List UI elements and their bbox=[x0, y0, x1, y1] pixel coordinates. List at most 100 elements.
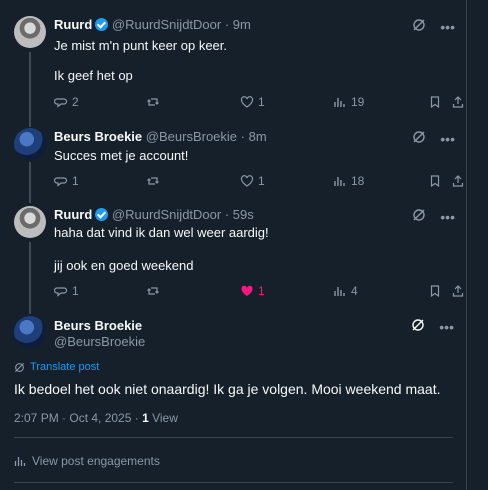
reply-icon bbox=[54, 98, 68, 108]
view-label: View bbox=[148, 411, 178, 425]
repost-button[interactable] bbox=[146, 94, 160, 110]
author-name[interactable]: Beurs Broekie bbox=[54, 318, 142, 333]
reply-count: 1 bbox=[72, 284, 79, 298]
like-button[interactable]: 1 bbox=[240, 283, 265, 299]
repost-button[interactable] bbox=[146, 283, 160, 299]
like-count: 1 bbox=[258, 95, 265, 109]
divider bbox=[14, 482, 453, 483]
bookmark-icon bbox=[430, 285, 440, 298]
avatar[interactable] bbox=[14, 16, 46, 48]
grok-icon[interactable] bbox=[412, 18, 426, 35]
bookmark-icon bbox=[430, 175, 440, 188]
view-count: 1 bbox=[142, 411, 149, 425]
bookmark-button[interactable] bbox=[428, 94, 442, 110]
reply-tweet[interactable]: Ruurd @RuurdSnijdtDoor · 59s ••• haha da… bbox=[0, 202, 467, 302]
translate-post-link[interactable]: Translate post bbox=[14, 361, 99, 373]
avatar[interactable] bbox=[14, 206, 46, 238]
repost-icon bbox=[147, 287, 159, 295]
tweet-time[interactable]: · 8m bbox=[241, 129, 267, 144]
reply-count: 1 bbox=[72, 174, 79, 188]
divider bbox=[14, 437, 453, 438]
grok-icon[interactable] bbox=[411, 318, 425, 335]
author-handle[interactable]: @BeursBroekie bbox=[146, 129, 237, 144]
tweet-actions: 1 1 18 bbox=[54, 173, 467, 189]
bookmark-button[interactable] bbox=[428, 283, 442, 299]
author-name[interactable]: Beurs Broekie bbox=[54, 129, 142, 144]
views-button[interactable]: 4 bbox=[333, 283, 358, 299]
repost-icon bbox=[147, 177, 159, 185]
analytics-icon bbox=[14, 457, 26, 466]
grok-icon[interactable] bbox=[412, 130, 426, 147]
repost-icon bbox=[147, 98, 159, 106]
heart-icon bbox=[240, 96, 254, 108]
tweet-datetime[interactable]: 2:07 PM · Oct 4, 2025 · bbox=[14, 411, 142, 425]
like-count: 1 bbox=[258, 284, 265, 298]
translate-label: Translate post bbox=[30, 361, 100, 373]
tweet-text-line: jij ook en goed weekend bbox=[54, 258, 194, 273]
share-button[interactable] bbox=[451, 173, 465, 189]
share-icon bbox=[452, 285, 464, 297]
reply-button[interactable]: 1 bbox=[54, 283, 79, 299]
like-button[interactable]: 1 bbox=[240, 173, 265, 189]
views-button[interactable]: 19 bbox=[333, 94, 364, 110]
share-icon bbox=[452, 96, 464, 108]
tweet-time[interactable]: · 59s bbox=[225, 207, 254, 222]
tweet-actions: 1 1 4 bbox=[54, 283, 467, 299]
tweet-header: Beurs Broekie @BeursBroekie · 8m bbox=[54, 129, 267, 145]
tweet-header: Ruurd @RuurdSnijdtDoor · 9m bbox=[54, 17, 251, 33]
views-count: 4 bbox=[351, 284, 358, 298]
reply-tweet[interactable]: Ruurd @RuurdSnijdtDoor · 9m ••• Je mist … bbox=[0, 0, 467, 122]
more-icon[interactable]: ••• bbox=[440, 19, 455, 35]
reply-button[interactable]: 1 bbox=[54, 173, 79, 189]
more-icon[interactable]: ••• bbox=[440, 131, 455, 147]
share-icon bbox=[452, 175, 464, 187]
reply-count: 2 bbox=[72, 95, 79, 109]
views-count: 18 bbox=[351, 174, 365, 188]
tweet-text-line: Je mist m'n punt keer op keer. bbox=[54, 38, 228, 53]
reply-icon bbox=[54, 177, 68, 187]
bookmark-button[interactable] bbox=[428, 173, 442, 189]
reply-icon bbox=[54, 287, 68, 297]
tweet-text-line: haha dat vind ik dan wel weer aardig! bbox=[54, 225, 269, 240]
views-count: 19 bbox=[351, 95, 365, 109]
more-icon[interactable]: ••• bbox=[440, 209, 455, 225]
author-name[interactable]: Ruurd bbox=[54, 17, 92, 32]
tweet-actions: 2 1 19 bbox=[54, 94, 467, 110]
tweet-top-actions: ••• bbox=[412, 18, 455, 35]
main-tweet-text: Ik bedoel het ook niet onaardig! Ik ga j… bbox=[14, 381, 441, 397]
grok-icon[interactable] bbox=[412, 208, 426, 225]
views-icon bbox=[334, 177, 345, 186]
like-button[interactable]: 1 bbox=[240, 94, 265, 110]
like-count: 1 bbox=[258, 174, 265, 188]
tweet-meta: 2:07 PM · Oct 4, 2025 · 1 View bbox=[14, 411, 178, 425]
views-icon bbox=[334, 287, 345, 296]
avatar[interactable] bbox=[14, 316, 46, 348]
tweet-top-actions: ••• bbox=[412, 208, 455, 225]
author-handle[interactable]: @RuurdSnijdtDoor bbox=[112, 207, 221, 222]
reply-tweet[interactable]: Beurs Broekie @BeursBroekie · 8m ••• Suc… bbox=[0, 122, 467, 202]
tweet-time[interactable]: · 9m bbox=[225, 17, 251, 32]
verified-badge-icon bbox=[95, 18, 109, 31]
heart-icon bbox=[240, 175, 254, 187]
tweet-top-actions: ••• bbox=[412, 130, 455, 147]
author-name[interactable]: Ruurd bbox=[54, 207, 92, 222]
bookmark-icon bbox=[430, 96, 440, 109]
conversation-panel: Ruurd @RuurdSnijdtDoor · 9m ••• Je mist … bbox=[0, 0, 467, 490]
reply-button[interactable]: 2 bbox=[54, 94, 79, 110]
share-button[interactable] bbox=[451, 283, 465, 299]
avatar[interactable] bbox=[14, 128, 46, 160]
translate-icon bbox=[14, 362, 25, 372]
share-button[interactable] bbox=[451, 94, 465, 110]
repost-button[interactable] bbox=[146, 173, 160, 189]
tweet-top-actions: ••• bbox=[411, 318, 454, 335]
views-button[interactable]: 18 bbox=[333, 173, 364, 189]
verified-badge-icon bbox=[95, 208, 109, 221]
author-handle[interactable]: @RuurdSnijdtDoor bbox=[112, 17, 221, 32]
author-handle[interactable]: @BeursBroekie bbox=[54, 334, 145, 349]
heart-filled-icon bbox=[241, 285, 253, 296]
view-engagements-link[interactable]: View post engagements bbox=[14, 454, 160, 468]
engagements-label: View post engagements bbox=[32, 454, 160, 468]
tweet-text-line: Ik geef het op bbox=[54, 68, 133, 83]
tweet-header: Ruurd @RuurdSnijdtDoor · 59s bbox=[54, 207, 254, 223]
more-icon[interactable]: ••• bbox=[439, 319, 454, 335]
